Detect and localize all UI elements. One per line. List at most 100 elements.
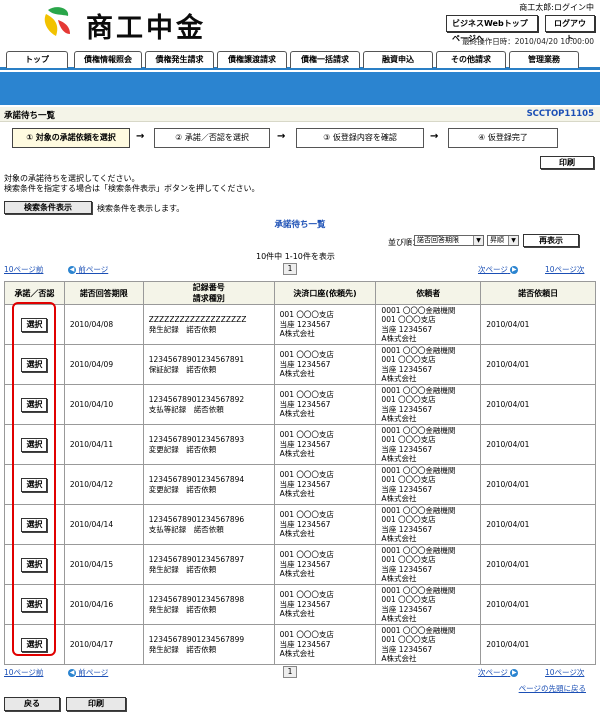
tab-top[interactable]: トップ (6, 51, 68, 68)
main-tabs: トップ 債権情報照会 債権発生請求 債権譲渡請求 債権一括請求 融資申込 その他… (0, 49, 600, 70)
step-arrow-icon: → (136, 131, 145, 142)
next-page-link[interactable]: 次ページ ▶ (478, 264, 519, 275)
record-number: ZZZZZZZZZZZZZZZZZZZ (148, 315, 247, 324)
select-cell: 選択 (4, 344, 65, 385)
tab-management[interactable]: 管理業務 (509, 51, 579, 68)
tab-claim-issue[interactable]: 債権発生請求 (145, 51, 214, 68)
tab-loan-application[interactable]: 融資申込 (363, 51, 433, 68)
sort-field-select[interactable]: 諾否回答期限 ▼ (414, 235, 484, 246)
requester-cell: 0001 〇〇〇金融機関 001 〇〇〇支店 当座 1234567 A株式会社 (375, 424, 482, 465)
request-date-cell: 2010/04/01 (480, 424, 596, 465)
table-row: 選択 2010/04/16 12345678901234567898 発生記録 諾否依… (4, 584, 596, 625)
request-kind: 支払等記録 諾否依頼 (148, 524, 224, 534)
deadline-cell: 2010/04/09 (63, 344, 144, 385)
prev-10-pages-link[interactable]: 10ページ前 (4, 264, 43, 275)
col-account-header: 決済口座(依頼先) (273, 281, 377, 305)
record-cell: 12345678901234567894 変更記録 諾否依頼 (142, 464, 275, 505)
requester-bank: 0001 〇〇〇金融機関 (381, 345, 456, 355)
prev-page-link[interactable]: ◀ 前ページ (68, 264, 108, 275)
select-button[interactable]: 選択 (21, 477, 48, 492)
account-branch: 001 〇〇〇支店 (279, 350, 334, 360)
search-hint: 検索条件を表示します。 (97, 204, 185, 213)
account-number: 当座 1234567 (279, 359, 331, 369)
deadline-cell: 2010/04/15 (63, 544, 144, 585)
redisplay-button[interactable]: 再表示 (523, 234, 579, 247)
select-button[interactable]: 選択 (21, 557, 48, 572)
requester-bank: 0001 〇〇〇金融機関 (381, 505, 456, 515)
page-top-link[interactable]: ページの先頭に戻る (519, 683, 586, 694)
select-button[interactable]: 選択 (21, 437, 48, 452)
requester-branch: 001 〇〇〇支店 (381, 635, 436, 644)
requester-bank: 0001 〇〇〇金融機関 (381, 465, 456, 475)
tab-claim-inquiry[interactable]: 債権情報照会 (74, 51, 142, 68)
request-date-cell: 2010/04/01 (480, 464, 596, 505)
next-10-pages-link[interactable]: 10ページ次 (545, 667, 584, 678)
account-branch: 001 〇〇〇支店 (279, 430, 334, 440)
record-cell: 12345678901234567893 変更記録 諾否依頼 (142, 424, 275, 465)
prev-10-pages-link[interactable]: 10ページ前 (4, 667, 43, 678)
request-date-cell: 2010/04/01 (480, 584, 596, 625)
request-date-cell: 2010/04/01 (480, 544, 596, 585)
account-name: A株式会社 (279, 609, 315, 619)
select-button[interactable]: 選択 (21, 357, 48, 372)
page-number[interactable]: 1 (283, 666, 297, 678)
requester-cell: 0001 〇〇〇金融機関 001 〇〇〇支店 当座 1234567 A株式会社 (375, 624, 482, 665)
requester-cell: 0001 〇〇〇金融機関 001 〇〇〇支店 当座 1234567 A株式会社 (375, 544, 482, 585)
account-name: A株式会社 (279, 489, 315, 499)
tab-claim-transfer[interactable]: 債権譲渡請求 (217, 51, 287, 68)
select-cell: 選択 (4, 504, 65, 545)
print-button-bottom[interactable]: 印刷 (66, 697, 126, 711)
last-operation-time: 最終操作日時：2010/04/20 10:00:00 (462, 37, 594, 46)
select-button[interactable]: 選択 (21, 597, 48, 612)
requester-branch: 001 〇〇〇支店 (381, 435, 436, 444)
step-3: ③ 仮登録内容を確認 (296, 128, 424, 148)
account-name: A株式会社 (279, 409, 315, 419)
record-number: 12345678901234567891 (148, 355, 245, 364)
requester-bank: 0001 〇〇〇金融機関 (381, 545, 456, 555)
print-button-top[interactable]: 印刷 (540, 156, 594, 169)
account-branch: 001 〇〇〇支店 (279, 630, 334, 640)
requester-account: 当座 1234567 (381, 444, 433, 454)
next-page-link[interactable]: 次ページ ▶ (478, 667, 519, 678)
sort-field-value: 諾否回答期限 (417, 236, 459, 244)
select-button[interactable]: 選択 (21, 317, 48, 332)
account-number: 当座 1234567 (279, 559, 331, 569)
list-title: 承諾待ち一覧 (274, 220, 326, 230)
request-kind-header-label: 請求種別 (192, 294, 225, 303)
page-number[interactable]: 1 (283, 263, 297, 275)
account-number: 当座 1234567 (279, 319, 331, 329)
record-no-header-label: 記録番号 (192, 283, 225, 292)
requester-branch: 001 〇〇〇支店 (381, 395, 436, 404)
next-10-pages-link[interactable]: 10ページ次 (545, 264, 584, 275)
requester-name: A株式会社 (381, 374, 417, 383)
sort-order-select[interactable]: 昇順 ▼ (487, 235, 519, 246)
requester-cell: 0001 〇〇〇金融機関 001 〇〇〇支店 当座 1234567 A株式会社 (375, 344, 482, 385)
requester-name: A株式会社 (381, 534, 417, 543)
select-button[interactable]: 選択 (21, 517, 48, 532)
account-cell: 001 〇〇〇支店 当座 1234567 A株式会社 (273, 504, 377, 545)
step-4: ④ 仮登録完了 (448, 128, 558, 148)
back-button[interactable]: 戻る (4, 697, 60, 711)
prev-page-link[interactable]: ◀ 前ページ (68, 667, 108, 678)
tab-bulk-request[interactable]: 債権一括請求 (290, 51, 360, 68)
select-cell: 選択 (4, 464, 65, 505)
record-cell: 12345678901234567896 支払等記録 諾否依頼 (142, 504, 275, 545)
requester-name: A株式会社 (381, 614, 417, 623)
step-arrow-icon: → (430, 131, 439, 142)
account-number: 当座 1234567 (279, 519, 331, 529)
select-button[interactable]: 選択 (21, 397, 48, 412)
next-arrow-icon: ▶ (510, 669, 519, 677)
business-web-top-button[interactable]: ビジネスWebトップページへ (446, 15, 538, 43)
step-2: ② 承諾／否認を選択 (154, 128, 270, 148)
request-date-cell: 2010/04/01 (480, 344, 596, 385)
search-condition-button[interactable]: 検索条件表示 (4, 201, 92, 214)
account-name: A株式会社 (279, 449, 315, 459)
title-bar: 承諾待ち一覧 SCCTOP11105 (0, 107, 600, 122)
account-name: A株式会社 (279, 369, 315, 379)
request-date-cell: 2010/04/01 (480, 504, 596, 545)
select-button[interactable]: 選択 (21, 637, 48, 652)
tab-other-request[interactable]: その他請求 (436, 51, 506, 68)
requester-branch: 001 〇〇〇支店 (381, 315, 436, 324)
logout-button[interactable]: ログアウト (545, 15, 595, 43)
record-number: 12345678901234567892 (148, 395, 245, 404)
